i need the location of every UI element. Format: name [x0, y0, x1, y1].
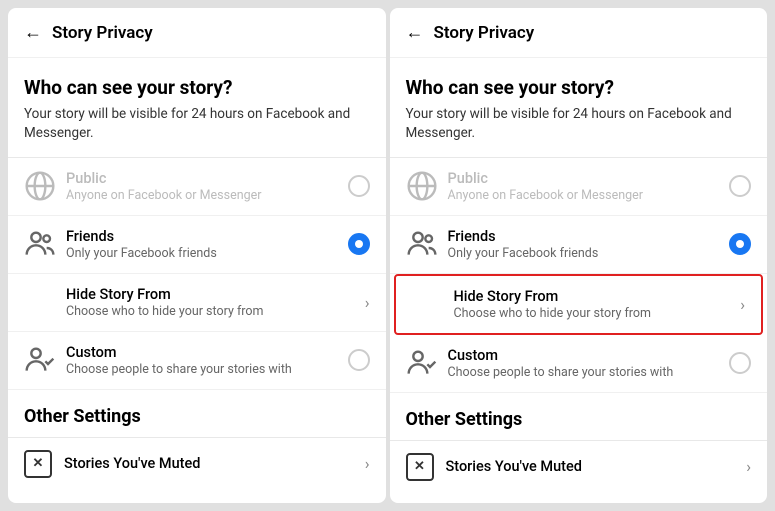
panel-title: Story Privacy: [434, 23, 535, 43]
globe-icon: [406, 170, 438, 202]
option-title: Custom: [448, 347, 730, 364]
chevron-right-icon: ›: [740, 295, 745, 314]
friends-icon: [24, 228, 56, 260]
option-subtitle: Choose who to hide your story from: [66, 304, 361, 319]
panel-body: Who can see your story?Your story will b…: [8, 58, 386, 503]
option-subtitle: Anyone on Facebook or Messenger: [66, 188, 348, 203]
panel-title: Story Privacy: [52, 23, 153, 43]
option-title: Public: [66, 170, 348, 187]
radio-button[interactable]: [729, 233, 751, 255]
custom-icon: [406, 347, 438, 379]
panel-left: ← Story Privacy Who can see your story?You…: [8, 8, 386, 503]
radio-button[interactable]: [348, 233, 370, 255]
stories-muted-item[interactable]: ✕ Stories You've Muted›: [8, 438, 386, 490]
option-text-group: Hide Story FromChoose who to hide your s…: [66, 286, 361, 319]
who-subtext: Your story will be visible for 24 hours …: [390, 103, 768, 157]
option-public[interactable]: PublicAnyone on Facebook or Messenger: [8, 158, 386, 216]
stories-muted-label: Stories You've Muted: [64, 455, 361, 472]
stories-muted-label: Stories You've Muted: [446, 458, 743, 475]
mute-icon: ✕: [406, 453, 434, 481]
mute-icon: ✕: [24, 450, 52, 478]
option-subtitle: Choose who to hide your story from: [454, 306, 737, 321]
back-button[interactable]: ←: [406, 22, 424, 43]
panel-body: Who can see your story?Your story will b…: [390, 58, 768, 503]
option-subtitle: Choose people to share your stories with: [448, 365, 730, 380]
chevron-right-icon: ›: [365, 293, 370, 312]
who-subtext: Your story will be visible for 24 hours …: [8, 103, 386, 157]
panel-right: ← Story Privacy Who can see your story?You…: [390, 8, 768, 503]
stories-muted-item[interactable]: ✕ Stories You've Muted›: [390, 441, 768, 493]
panel-header: ← Story Privacy: [8, 8, 386, 58]
option-title: Friends: [66, 228, 348, 245]
chevron-right-icon: ›: [365, 454, 370, 473]
globe-icon: [24, 170, 56, 202]
option-hide-story-from[interactable]: Hide Story FromChoose who to hide your s…: [394, 274, 764, 335]
option-text-group: Hide Story FromChoose who to hide your s…: [454, 288, 737, 321]
option-custom[interactable]: CustomChoose people to share your storie…: [390, 335, 768, 393]
who-heading: Who can see your story?: [8, 58, 386, 103]
panel-header: ← Story Privacy: [390, 8, 768, 58]
option-title: Hide Story From: [66, 286, 361, 303]
other-settings-heading: Other Settings: [8, 390, 386, 437]
option-subtitle: Anyone on Facebook or Messenger: [448, 188, 730, 203]
other-settings-heading: Other Settings: [390, 393, 768, 440]
option-text-group: PublicAnyone on Facebook or Messenger: [448, 170, 730, 203]
option-text-group: PublicAnyone on Facebook or Messenger: [66, 170, 348, 203]
option-public[interactable]: PublicAnyone on Facebook or Messenger: [390, 158, 768, 216]
chevron-right-icon: ›: [746, 457, 751, 476]
friends-icon: [406, 228, 438, 260]
radio-button[interactable]: [729, 175, 751, 197]
panels-container: ← Story Privacy Who can see your story?You…: [0, 0, 775, 511]
option-title: Friends: [448, 228, 730, 245]
option-subtitle: Choose people to share your stories with: [66, 362, 348, 377]
who-heading: Who can see your story?: [390, 58, 768, 103]
option-title: Hide Story From: [454, 288, 737, 305]
back-button[interactable]: ←: [24, 22, 42, 43]
radio-button[interactable]: [729, 352, 751, 374]
option-text-group: FriendsOnly your Facebook friends: [66, 228, 348, 261]
option-title: Custom: [66, 344, 348, 361]
option-friends[interactable]: FriendsOnly your Facebook friends: [8, 216, 386, 274]
radio-button[interactable]: [348, 175, 370, 197]
option-text-group: CustomChoose people to share your storie…: [66, 344, 348, 377]
option-title: Public: [448, 170, 730, 187]
option-hide-story-from[interactable]: Hide Story FromChoose who to hide your s…: [8, 274, 386, 332]
none-icon: [24, 286, 56, 318]
option-subtitle: Only your Facebook friends: [66, 246, 348, 261]
option-subtitle: Only your Facebook friends: [448, 246, 730, 261]
option-text-group: FriendsOnly your Facebook friends: [448, 228, 730, 261]
option-friends[interactable]: FriendsOnly your Facebook friends: [390, 216, 768, 274]
none-icon: [412, 288, 444, 320]
custom-icon: [24, 344, 56, 376]
option-text-group: CustomChoose people to share your storie…: [448, 347, 730, 380]
radio-button[interactable]: [348, 349, 370, 371]
option-custom[interactable]: CustomChoose people to share your storie…: [8, 332, 386, 390]
